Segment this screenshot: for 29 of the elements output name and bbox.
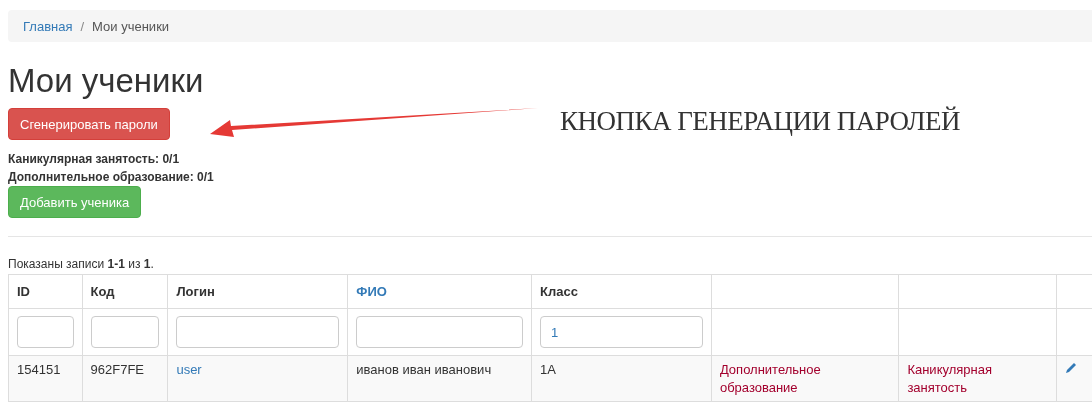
breadcrumb-current: Мои ученики bbox=[92, 18, 170, 34]
breadcrumb-separator: / bbox=[80, 18, 85, 34]
page-title: Мои ученики bbox=[8, 62, 205, 100]
category-label: Каникулярная занятость bbox=[907, 362, 992, 395]
login-link[interactable]: user bbox=[176, 362, 202, 377]
filter-field[interactable] bbox=[176, 316, 340, 348]
column-header: ID bbox=[8, 274, 82, 309]
table-cell[interactable]: user bbox=[167, 355, 348, 402]
cell-text: 154151 bbox=[17, 362, 61, 377]
counter-text: Дополнительное образование: 0/1 bbox=[8, 169, 215, 186]
filter-field[interactable] bbox=[356, 316, 524, 348]
column-header: Логин bbox=[167, 274, 348, 309]
cell-text: 1А bbox=[540, 362, 556, 377]
annotation-text: КНОПКА ГЕНЕРАЦИИ ПАРОЛЕЙ bbox=[560, 106, 960, 137]
column-header: Класс bbox=[531, 274, 712, 309]
add-student-button[interactable]: Добавить ученика bbox=[8, 186, 142, 218]
cell-text: 962F7FE bbox=[90, 362, 144, 377]
column-header[interactable]: ФИО bbox=[347, 274, 532, 309]
summary-text: Показаны записи 1-1 из 1. bbox=[8, 257, 155, 271]
category-label: Дополнительное образование bbox=[719, 362, 821, 395]
breadcrumb-link[interactable]: Главная bbox=[23, 18, 73, 34]
column-header: Код bbox=[82, 274, 168, 309]
filter-field[interactable] bbox=[17, 316, 74, 348]
cell-text: иванов иван иванович bbox=[356, 362, 492, 377]
pencil-icon[interactable] bbox=[1064, 361, 1078, 374]
filter-field[interactable]: 1 bbox=[540, 316, 703, 348]
filter-field[interactable] bbox=[90, 316, 160, 348]
generate-passwords-button[interactable]: Сгенерировать пароли bbox=[8, 108, 170, 140]
counter-text: Каникулярная занятость: 0/1 bbox=[8, 151, 181, 168]
